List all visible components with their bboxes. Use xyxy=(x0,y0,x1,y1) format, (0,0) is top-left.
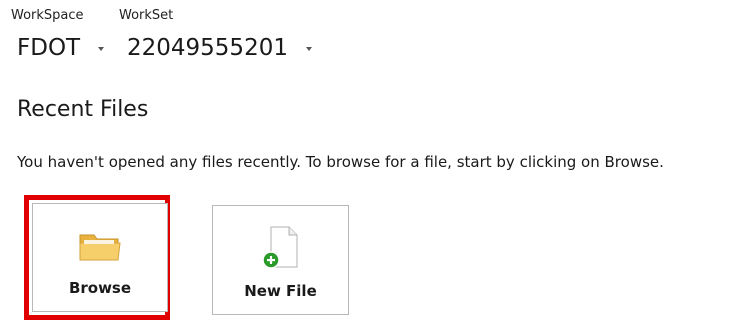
recent-files-heading: Recent Files xyxy=(17,97,149,122)
workset-dropdown[interactable]: 22049555201 xyxy=(127,35,312,61)
workset-label: WorkSet xyxy=(119,8,174,23)
new-file-icon xyxy=(260,224,302,274)
folder-icon xyxy=(78,230,122,268)
recent-files-message: You haven't opened any files recently. T… xyxy=(17,153,664,171)
workspace-dropdown[interactable]: FDOT xyxy=(17,35,105,61)
workspace-label: WorkSpace xyxy=(11,8,84,23)
start-page: WorkSpace WorkSet FDOT 22049555201 Recen… xyxy=(0,0,752,327)
workset-value: 22049555201 xyxy=(127,35,288,61)
new-file-label: New File xyxy=(244,282,317,300)
browse-button[interactable]: Browse xyxy=(32,203,168,312)
chevron-down-icon xyxy=(98,47,105,51)
new-file-button[interactable]: New File xyxy=(212,205,349,315)
chevron-down-icon xyxy=(305,47,312,51)
workspace-value: FDOT xyxy=(17,35,81,61)
browse-label: Browse xyxy=(68,279,132,297)
